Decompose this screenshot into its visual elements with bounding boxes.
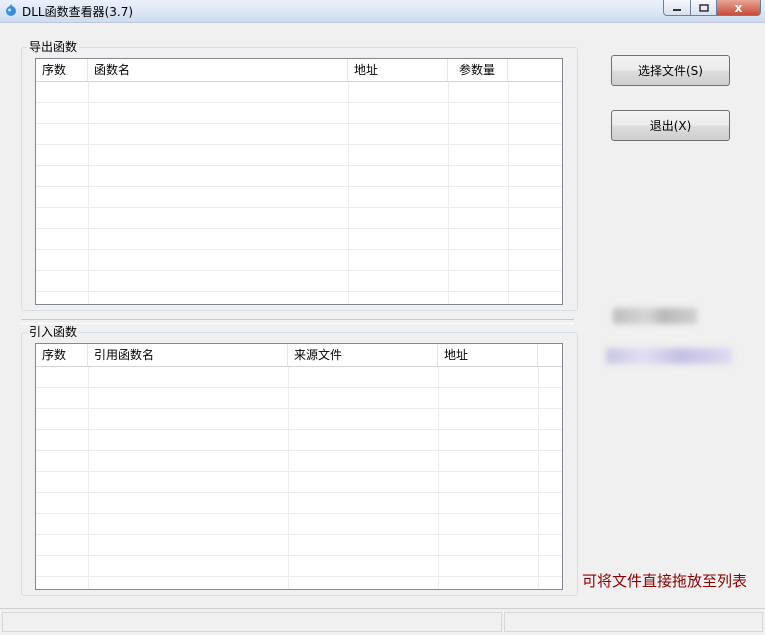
column-header-source-file[interactable]: 来源文件 [288, 344, 438, 366]
maximize-icon [698, 3, 709, 12]
column-header-ordinal[interactable]: 序数 [36, 344, 88, 366]
maximize-button[interactable] [691, 0, 717, 16]
exit-button[interactable]: 退出(X) [611, 110, 730, 141]
minimize-button[interactable] [663, 0, 691, 16]
column-header-param-count[interactable]: 参数量 [448, 59, 508, 81]
drag-drop-hint: 可将文件直接拖放至列表 [582, 572, 748, 590]
export-functions-list[interactable]: 序数 函数名 地址 参数量 [35, 58, 563, 305]
close-button[interactable]: x [717, 0, 761, 16]
import-group-label: 引入函数 [27, 324, 80, 340]
column-header-address[interactable]: 地址 [348, 59, 448, 81]
window-controls: x [663, 0, 761, 16]
column-header-imported-function-name[interactable]: 引用函数名 [88, 344, 288, 366]
title-bar: DLL函数查看器(3.7) x [0, 0, 765, 23]
redacted-info-1 [613, 308, 697, 324]
status-panel-secondary [504, 612, 763, 632]
export-list-rows [36, 82, 562, 304]
status-bar [0, 608, 765, 635]
select-file-button[interactable]: 选择文件(S) [611, 55, 730, 86]
export-list-header: 序数 函数名 地址 参数量 [36, 59, 562, 82]
column-header-function-name[interactable]: 函数名 [88, 59, 348, 81]
splitter[interactable] [21, 319, 574, 324]
status-panel-main [2, 612, 502, 632]
export-group-label: 导出函数 [27, 39, 80, 55]
app-droplet-icon [6, 4, 16, 16]
close-icon: x [734, 0, 743, 15]
redacted-info-2 [606, 348, 732, 364]
import-list-rows [36, 367, 562, 589]
column-header-address[interactable]: 地址 [438, 344, 538, 366]
minimize-icon [673, 8, 681, 11]
window-title: DLL函数查看器(3.7) [22, 5, 134, 19]
import-functions-list[interactable]: 序数 引用函数名 来源文件 地址 [35, 343, 563, 590]
import-list-header: 序数 引用函数名 来源文件 地址 [36, 344, 562, 367]
column-header-ordinal[interactable]: 序数 [36, 59, 88, 81]
